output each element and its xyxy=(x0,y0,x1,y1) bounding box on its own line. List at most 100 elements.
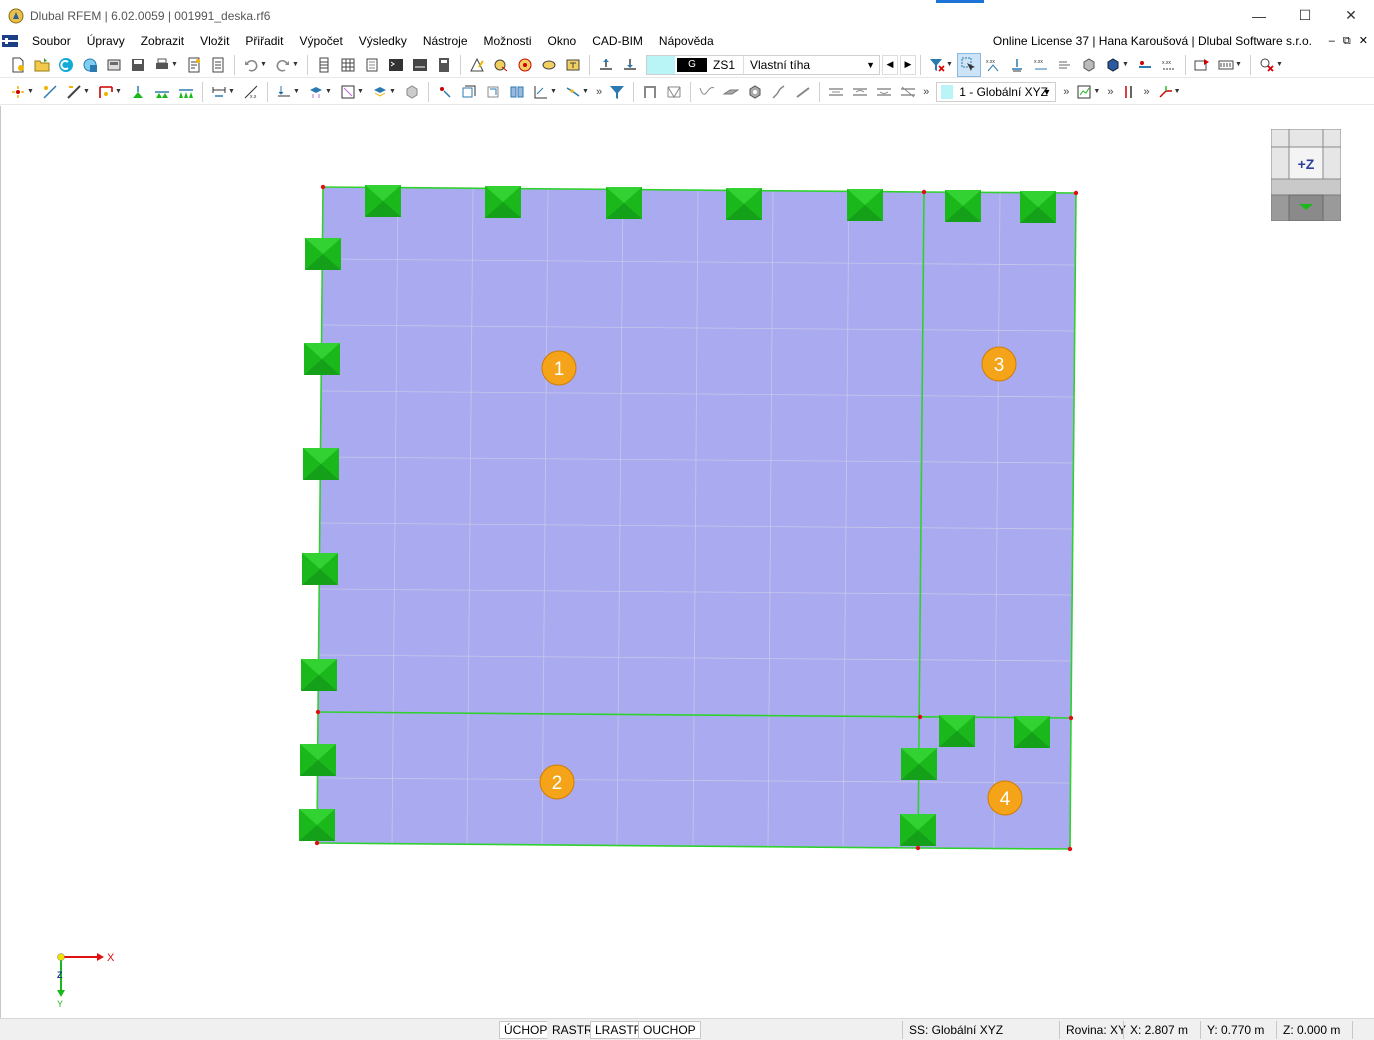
webservice-button[interactable] xyxy=(79,54,101,76)
view-mode-button[interactable]: ▼ xyxy=(1102,54,1132,76)
table-button-3[interactable] xyxy=(361,54,383,76)
mirror-button[interactable] xyxy=(506,81,528,103)
block-button[interactable] xyxy=(744,81,766,103)
new-node-button[interactable]: ▼ xyxy=(7,81,37,103)
surface-load-button[interactable]: ▼ xyxy=(337,81,367,103)
select-mode-button[interactable] xyxy=(957,52,982,77)
line-type-2-button[interactable] xyxy=(849,81,871,103)
coordinate-system-selector[interactable]: 1 - Globální XYZ ▼ xyxy=(936,81,1057,102)
new-surface-button[interactable]: ▼ xyxy=(95,81,125,103)
support-corner-1[interactable] xyxy=(939,715,975,747)
node-info-button[interactable]: x.xx xyxy=(982,54,1004,76)
printout-report-button[interactable] xyxy=(207,54,229,76)
save-button[interactable] xyxy=(127,54,149,76)
frame-button[interactable] xyxy=(639,81,661,103)
dimension-line-button[interactable]: ▼ xyxy=(208,81,238,103)
scale-button[interactable]: ▼ xyxy=(530,81,560,103)
script-button[interactable] xyxy=(409,54,431,76)
support-top-5[interactable] xyxy=(847,189,883,221)
support-left-2[interactable] xyxy=(304,343,340,375)
slope-button[interactable] xyxy=(792,81,814,103)
section-view-2-button[interactable] xyxy=(619,54,641,76)
menu-napoveda[interactable]: Nápověda xyxy=(651,31,722,51)
model-canvas[interactable]: 1 2 3 4 xyxy=(1,106,1374,1018)
navigation-cube[interactable]: +Z xyxy=(1271,129,1341,221)
surface-support-button[interactable] xyxy=(175,81,197,103)
surface-label-1[interactable]: 1 xyxy=(541,350,577,386)
new-member-button[interactable]: ▼ xyxy=(63,81,93,103)
surface-label-3[interactable]: 3 xyxy=(981,346,1017,382)
truss-button[interactable] xyxy=(663,81,685,103)
node[interactable] xyxy=(1073,190,1079,196)
divide-button[interactable]: ▼ xyxy=(562,81,592,103)
line-type-4-button[interactable] xyxy=(897,81,919,103)
dimension-button[interactable]: x.xx xyxy=(1030,54,1052,76)
surface-label-2[interactable]: 2 xyxy=(539,764,575,800)
toolbar-overflow-2[interactable]: » xyxy=(923,86,929,98)
redo-button[interactable]: ▼ xyxy=(272,54,302,76)
menu-moznosti[interactable]: Možnosti xyxy=(476,31,540,51)
new-line-button[interactable] xyxy=(39,81,61,103)
support-top-1[interactable] xyxy=(365,185,401,217)
line-type-3-button[interactable] xyxy=(873,81,895,103)
support-left-5[interactable] xyxy=(301,659,337,691)
object-snap-button[interactable]: OUCHOP xyxy=(638,1021,701,1039)
support-left-4[interactable] xyxy=(302,553,338,585)
new-support-button[interactable] xyxy=(127,81,149,103)
free-load-button[interactable]: ▼ xyxy=(369,81,399,103)
menu-nastroje[interactable]: Nástroje xyxy=(415,31,476,51)
support-left-1[interactable] xyxy=(305,238,341,270)
mdi-minimize-button[interactable]: – xyxy=(1329,31,1335,51)
previous-load-case-button[interactable]: ◀ xyxy=(882,54,899,75)
menu-okno[interactable]: Okno xyxy=(540,31,585,51)
support-corner-2[interactable] xyxy=(1014,716,1050,748)
toolbar-overflow-5[interactable]: » xyxy=(1144,86,1150,98)
support-top-6[interactable] xyxy=(945,190,981,222)
menu-soubor[interactable]: Soubor xyxy=(24,31,79,51)
menu-upravy[interactable]: Úpravy xyxy=(79,31,133,51)
console-button[interactable] xyxy=(385,54,407,76)
calculator-button[interactable] xyxy=(433,54,455,76)
wave-button[interactable] xyxy=(696,81,718,103)
node[interactable] xyxy=(915,845,921,851)
section-view-button[interactable] xyxy=(595,54,617,76)
support-left-6[interactable] xyxy=(300,744,336,776)
surface-1[interactable] xyxy=(318,187,924,717)
support-top-3[interactable] xyxy=(606,187,642,219)
imposed-deformation-button[interactable] xyxy=(401,81,423,103)
support-top-4[interactable] xyxy=(726,188,762,220)
node[interactable] xyxy=(1067,846,1073,852)
node[interactable] xyxy=(314,840,320,846)
node[interactable] xyxy=(315,709,321,715)
line-hinge-button[interactable] xyxy=(1134,54,1156,76)
dlubal-flag-icon[interactable] xyxy=(2,35,18,47)
filter-button[interactable]: ▼ xyxy=(926,54,956,76)
load-case-selector[interactable]: G ZS1 Vlastní tíha ▼ xyxy=(646,54,881,75)
move-button[interactable] xyxy=(434,81,456,103)
node[interactable] xyxy=(320,184,326,190)
guide-line-button[interactable]: x.x xyxy=(240,81,262,103)
open-model-button[interactable] xyxy=(31,54,53,76)
menu-zobrazit[interactable]: Zobrazit xyxy=(133,31,192,51)
draw-circle-button[interactable] xyxy=(514,54,536,76)
draw-ellipse-button[interactable] xyxy=(538,54,560,76)
mdi-restore-button[interactable]: ⧉ xyxy=(1343,31,1351,51)
menu-vypocet[interactable]: Výpočet xyxy=(291,31,350,51)
delete-results-button[interactable]: ▼ xyxy=(1256,54,1286,76)
print-report-button[interactable] xyxy=(183,54,205,76)
load-arrow-button[interactable] xyxy=(1054,54,1076,76)
support-left-3[interactable] xyxy=(303,448,339,480)
new-load-button[interactable]: ▼ xyxy=(273,81,303,103)
minimize-button[interactable]: — xyxy=(1236,0,1282,31)
support-corner-3[interactable] xyxy=(901,748,937,780)
stairs-button[interactable] xyxy=(768,81,790,103)
vertical-axis-button[interactable] xyxy=(1118,81,1140,103)
menu-cad-bim[interactable]: CAD-BIM xyxy=(584,31,651,51)
toolbar-overflow-3[interactable]: » xyxy=(1063,86,1069,98)
close-button[interactable]: ✕ xyxy=(1328,0,1374,31)
solid-button[interactable] xyxy=(1078,54,1100,76)
grid-button[interactable]: ▼ xyxy=(1215,54,1245,76)
support-left-7[interactable] xyxy=(299,809,335,841)
copy-button[interactable] xyxy=(458,81,480,103)
snap-button[interactable]: ÚCHOP xyxy=(499,1021,553,1039)
